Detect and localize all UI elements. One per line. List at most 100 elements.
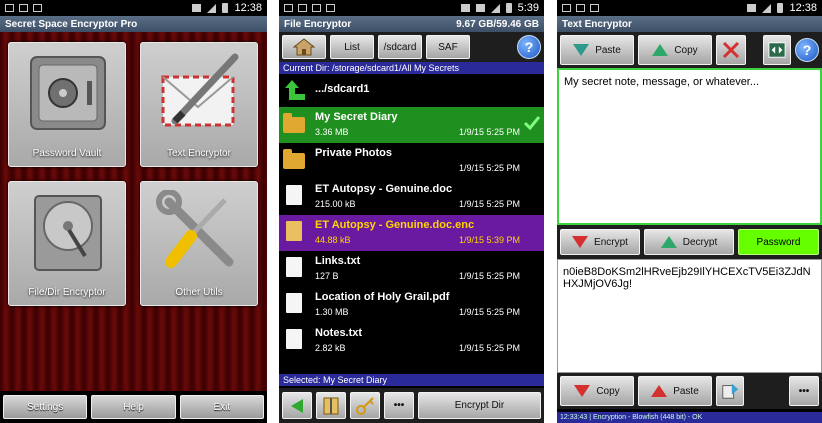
paste-top-button[interactable]: Paste [560,35,634,65]
hard-drive-icon [34,195,102,271]
data-icon [460,4,470,12]
battery-icon [505,3,512,13]
copy-top-button[interactable]: Copy [638,35,712,65]
fullscreen-button[interactable] [763,35,791,65]
document-icon [283,257,307,281]
file-name: Notes.txt [315,327,363,339]
app-notification-icon [33,4,42,12]
settings-button[interactable]: Settings [3,395,88,419]
document-icon [283,293,307,317]
battery-icon [222,3,229,13]
encrypt-button[interactable]: Encrypt [560,229,640,255]
paste-bottom-button[interactable]: Paste [638,376,712,406]
file-size: 3.36 MB [315,127,349,137]
file-date: 1/9/15 5:25 PM [458,127,520,137]
vibrate-icon [475,4,485,12]
file-encryptor-screen: 5:39 File Encryptor 9.67 GB/59.46 GB Lis… [279,0,544,423]
share-file-button[interactable] [716,376,744,406]
file-size: 215.00 kB [315,199,356,209]
vibrate-icon [192,4,202,12]
clear-button[interactable] [716,35,746,65]
file-row[interactable]: My Secret Diary 3.36 MB 1/9/15 5:25 PM [279,107,544,143]
back-arrow-icon [291,398,303,413]
file-row[interactable]: Private Photos 1/9/15 5:25 PM [279,143,544,179]
encrypt-dir-button[interactable]: Encrypt Dir [418,392,541,419]
clear-icon [722,41,740,59]
more-button[interactable]: ••• [384,392,414,419]
app-title: Secret Space Encryptor Pro [5,18,138,30]
battery-icon [777,3,784,13]
arrow-down-icon [572,236,589,248]
file-name: Private Photos [315,147,393,159]
copy-top-label: Copy [674,44,698,56]
back-button[interactable] [282,392,312,419]
parent-dir-row[interactable]: .../sdcard1 [279,76,544,104]
home-button[interactable] [282,35,326,59]
file-bottom-bar: ••• Encrypt Dir [279,388,544,423]
image-notification-icon [562,4,571,12]
saf-button[interactable]: SAF [426,35,470,59]
up-arrow-icon [285,80,305,100]
vibrate-icon [747,4,757,12]
document-icon [283,185,307,209]
plaintext-area[interactable]: My secret note, message, or whatever... [557,68,822,225]
list-button[interactable]: List [330,35,374,59]
status-bar: 5:39 [279,0,544,16]
file-list: My Secret Diary 3.36 MB 1/9/15 5:25 PM Priv… [279,107,544,359]
app-title: Text Encryptor [562,18,632,30]
key-button[interactable] [350,392,380,419]
help-icon[interactable]: ? [795,38,819,62]
file-row[interactable]: Links.txt 127 B 1/9/15 5:25 PM [279,251,544,287]
ciphertext-area[interactable]: n0ieB8DoKSm2lHRveEjb29IlYHCEXcTV5Ei3ZJdN… [557,259,822,373]
signal-icon [490,3,500,13]
file-date: 1/9/15 5:39 PM [458,235,520,245]
text-encryptor-tile[interactable]: Text Encryptor [140,42,258,167]
copy-bottom-label: Copy [596,385,620,397]
status-time: 12:38 [234,2,262,14]
safe-icon [30,56,106,130]
app-notification-icon [576,4,585,12]
plaintext-value: My secret note, message, or whatever... [564,76,760,88]
zip-button[interactable] [316,392,346,419]
help-button[interactable]: Help [91,395,176,419]
password-vault-tile[interactable]: Password Vault [8,42,126,167]
arrow-down-icon [574,385,591,397]
app-notification-icon [312,4,321,12]
file-row[interactable]: Notes.txt 2.82 kB 1/9/15 5:25 PM [279,323,544,359]
exit-button[interactable]: Exit [179,395,264,419]
main-bottom-bar: Settings Help Exit [0,391,267,423]
zip-icon [323,397,339,414]
decrypt-button[interactable]: Decrypt [644,229,734,255]
file-row[interactable]: ET Autopsy - Genuine.doc.enc 44.88 kB 1/9/… [279,215,544,251]
file-date: 1/9/15 5:25 PM [458,199,520,209]
more-button[interactable]: ••• [789,376,819,406]
file-row[interactable]: Location of Holy Grail.pdf 1.30 MB 1/9/15 … [279,287,544,323]
ciphertext-value: n0ieB8DoKSm2lHRveEjb29IlYHCEXcTV5Ei3ZJdN… [563,266,811,290]
file-name: ET Autopsy - Genuine.doc [315,183,453,195]
other-utils-tile[interactable]: Other Utils [140,181,258,306]
text-encryptor-label: Text Encryptor [167,148,231,159]
file-dir-encryptor-tile[interactable]: File/Dir Encryptor [8,181,126,306]
password-vault-label: Password Vault [32,148,102,159]
file-export-icon [722,383,739,399]
tools-icon [156,190,234,268]
current-dir: Current Dir: /storage/sdcard1/All My Sec… [279,62,544,74]
password-button[interactable]: Password [738,229,819,255]
status-bar: 12:38 [557,0,822,16]
selected-item: Selected: My Secret Diary [279,374,544,386]
paste-bottom-label: Paste [673,385,699,397]
file-row[interactable]: ET Autopsy - Genuine.doc 215.00 kB 1/9/15 … [279,179,544,215]
checkmark-icon [524,116,540,130]
other-utils-label: Other Utils [175,287,223,298]
status-time: 12:38 [789,2,817,14]
copy-bottom-button[interactable]: Copy [560,376,634,406]
sdcard-button[interactable]: /sdcard [378,35,422,59]
expand-icon [768,42,786,58]
arrow-up-icon [660,236,677,248]
app-title-bar: File Encryptor 9.67 GB/59.46 GB [279,16,544,32]
folder-icon [283,113,307,137]
file-name: Location of Holy Grail.pdf [315,291,450,303]
arrow-up-icon [652,44,669,56]
help-icon[interactable]: ? [517,35,541,59]
status-time: 5:39 [517,2,539,14]
